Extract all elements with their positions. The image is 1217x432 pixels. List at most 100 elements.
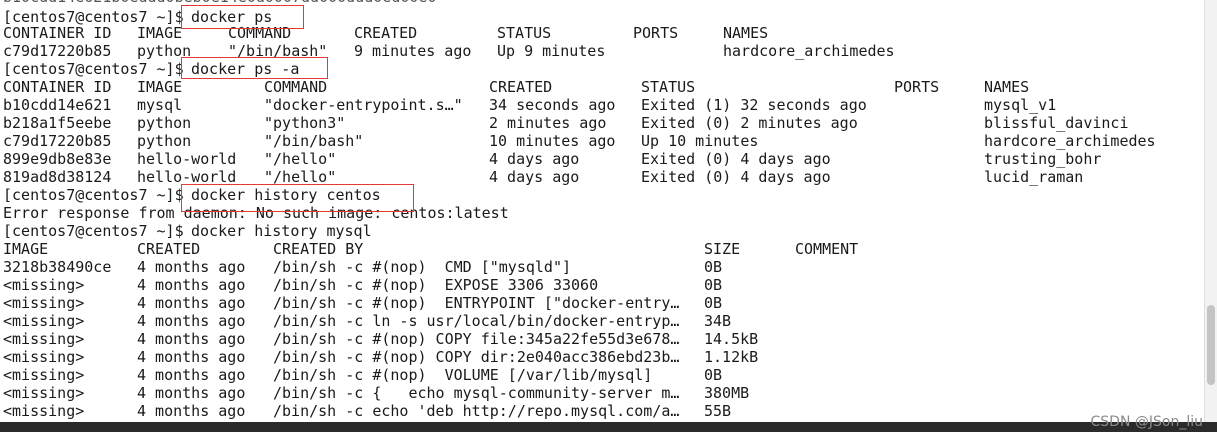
names-cell: hardcore_archimedes <box>984 132 1156 150</box>
table-row: <missing> 4 months ago /bin/sh -c #(nop)… <box>3 276 722 294</box>
command-cell: "python3" <box>264 114 346 132</box>
image-id: <missing> <box>3 294 85 312</box>
created-by-cell: /bin/sh -c echo 'deb http://repo.mysql.c… <box>273 402 680 420</box>
names-cell: blissful_davinci <box>984 114 1129 132</box>
size-cell: 380MB <box>704 384 750 402</box>
created-cell: 10 minutes ago <box>489 132 616 150</box>
terminal-output: b10cdd14e621b0eddd0beb0e14e0d0007dd000dd… <box>0 0 1205 422</box>
size-cell: 1.12kB <box>704 348 759 366</box>
column-header: STATUS <box>641 78 696 96</box>
highlight-box-docker-ps-a <box>181 57 328 79</box>
created-cell: 4 months ago <box>137 348 246 366</box>
created-by-cell: /bin/sh -c #(nop) VOLUME [/var/lib/mysql… <box>273 366 653 384</box>
table-row: 3218b38490ce 4 months ago /bin/sh -c #(n… <box>3 258 722 276</box>
created-by-cell: /bin/sh -c { echo mysql-community-server… <box>273 384 680 402</box>
created-cell: 4 months ago <box>137 258 246 276</box>
image-name: mysql <box>137 96 183 114</box>
column-header: IMAGE <box>137 78 183 96</box>
table-header: CONTAINER ID IMAGE COMMAND CREATED STATU… <box>3 78 1029 96</box>
column-header: COMMAND <box>264 78 328 96</box>
created-cell: 4 months ago <box>137 366 246 384</box>
created-cell: 4 months ago <box>137 330 246 348</box>
table-row: <missing> 4 months ago /bin/sh -c echo '… <box>3 402 731 420</box>
names-cell: lucid_raman <box>984 168 1084 186</box>
container-id: 899e9db8e83e <box>3 150 112 168</box>
column-header: IMAGE <box>3 240 49 258</box>
created-cell: 4 months ago <box>137 384 246 402</box>
prompt-line: [centos7@centos7 ~]$ docker history cent… <box>3 186 381 204</box>
created-by-cell: /bin/sh -c #(nop) COPY dir:2e040acc386eb… <box>273 348 680 366</box>
column-header: NAMES <box>984 78 1030 96</box>
status-cell: Exited (0) 4 days ago <box>641 168 831 186</box>
scrollbar-thumb[interactable] <box>1207 305 1215 385</box>
created-cell: 9 minutes ago <box>354 42 472 60</box>
table-header: IMAGE CREATED CREATED BY SIZE COMMENT <box>3 240 858 258</box>
column-header: PORTS <box>894 78 940 96</box>
status-cell: Exited (0) 4 days ago <box>641 150 831 168</box>
created-by-cell: /bin/sh -c #(nop) ENTRYPOINT ["docker-en… <box>273 294 680 312</box>
shell-prompt: [centos7@centos7 ~]$ <box>3 222 184 240</box>
created-cell: 4 months ago <box>137 312 246 330</box>
container-id: c79d17220b85 <box>3 42 112 60</box>
column-header: STATUS <box>497 24 552 42</box>
created-by-cell: /bin/sh -c #(nop) EXPOSE 3306 33060 <box>273 276 599 294</box>
table-row: c79d17220b85 python "/bin/bash" 10 minut… <box>3 132 1156 150</box>
size-cell: 34B <box>704 312 732 330</box>
command-cell: "/bin/bash" <box>264 132 364 150</box>
container-id: b10cdd14e621 <box>3 96 112 114</box>
size-cell: 0B <box>704 258 723 276</box>
table-row: b218a1f5eebe python "python3" 2 minutes … <box>3 114 1129 132</box>
created-by-cell: /bin/sh -c ln -s usr/local/bin/docker-en… <box>273 312 680 330</box>
prompt-line: [centos7@centos7 ~]$ docker ps -a <box>3 60 299 78</box>
size-cell: 0B <box>704 294 723 312</box>
created-by-cell: /bin/sh -c #(nop) COPY file:345a22fe55d3… <box>273 330 680 348</box>
created-cell: 4 days ago <box>489 168 580 186</box>
table-row: b10cdd14e621 mysql "docker-entrypoint.s…… <box>3 96 1056 114</box>
created-by-cell: /bin/sh -c #(nop) CMD ["mysqld"] <box>273 258 572 276</box>
table-header: CONTAINER ID IMAGE COMMAND CREATED STATU… <box>3 24 768 42</box>
vertical-scrollbar[interactable] <box>1204 0 1217 422</box>
status-cell: Up 9 minutes <box>497 42 606 60</box>
created-cell: 2 minutes ago <box>489 114 607 132</box>
created-cell: 4 days ago <box>489 150 580 168</box>
table-row: c79d17220b85 python "/bin/bash" 9 minute… <box>3 42 895 60</box>
size-cell: 0B <box>704 276 723 294</box>
image-id: 3218b38490ce <box>3 258 112 276</box>
image-id: <missing> <box>3 276 85 294</box>
names-cell: trusting_bohr <box>984 150 1102 168</box>
container-id: c79d17220b85 <box>3 132 112 150</box>
column-header: CREATED <box>354 24 418 42</box>
image-name: python <box>137 132 192 150</box>
image-id: <missing> <box>3 330 85 348</box>
created-cell: 4 months ago <box>137 294 246 312</box>
column-header: NAMES <box>723 24 769 42</box>
column-header: CREATED <box>137 240 201 258</box>
created-cell: 4 months ago <box>137 276 246 294</box>
column-header: CONTAINER ID <box>3 24 112 42</box>
highlight-box-docker-ps <box>181 5 304 29</box>
image-id: <missing> <box>3 348 85 366</box>
column-header: CONTAINER ID <box>3 78 112 96</box>
table-row: <missing> 4 months ago /bin/sh -c #(nop)… <box>3 330 758 348</box>
image-id: <missing> <box>3 402 85 420</box>
column-header: IMAGE <box>137 24 183 42</box>
highlight-box-docker-history-centos <box>181 184 414 212</box>
image-id: <missing> <box>3 366 85 384</box>
shell-prompt: [centos7@centos7 ~]$ <box>3 60 184 78</box>
image-name: hello-world <box>137 150 237 168</box>
table-row: <missing> 4 months ago /bin/sh -c #(nop)… <box>3 366 722 384</box>
table-row: <missing> 4 months ago /bin/sh -c #(nop)… <box>3 348 758 366</box>
container-id: 819ad8d38124 <box>3 168 112 186</box>
image-name: python <box>137 114 192 132</box>
table-row: <missing> 4 months ago /bin/sh -c #(nop)… <box>3 294 722 312</box>
window-bottom-bar <box>0 422 1217 432</box>
status-cell: Up 10 minutes <box>641 132 759 150</box>
status-cell: Exited (1) 32 seconds ago <box>641 96 867 114</box>
size-cell: 14.5kB <box>704 330 759 348</box>
column-header: CREATED <box>489 78 553 96</box>
column-header: CREATED BY <box>273 240 364 258</box>
container-id: b218a1f5eebe <box>3 114 112 132</box>
created-cell: 34 seconds ago <box>489 96 616 114</box>
image-id: <missing> <box>3 312 85 330</box>
names-cell: mysql_v1 <box>984 96 1057 114</box>
